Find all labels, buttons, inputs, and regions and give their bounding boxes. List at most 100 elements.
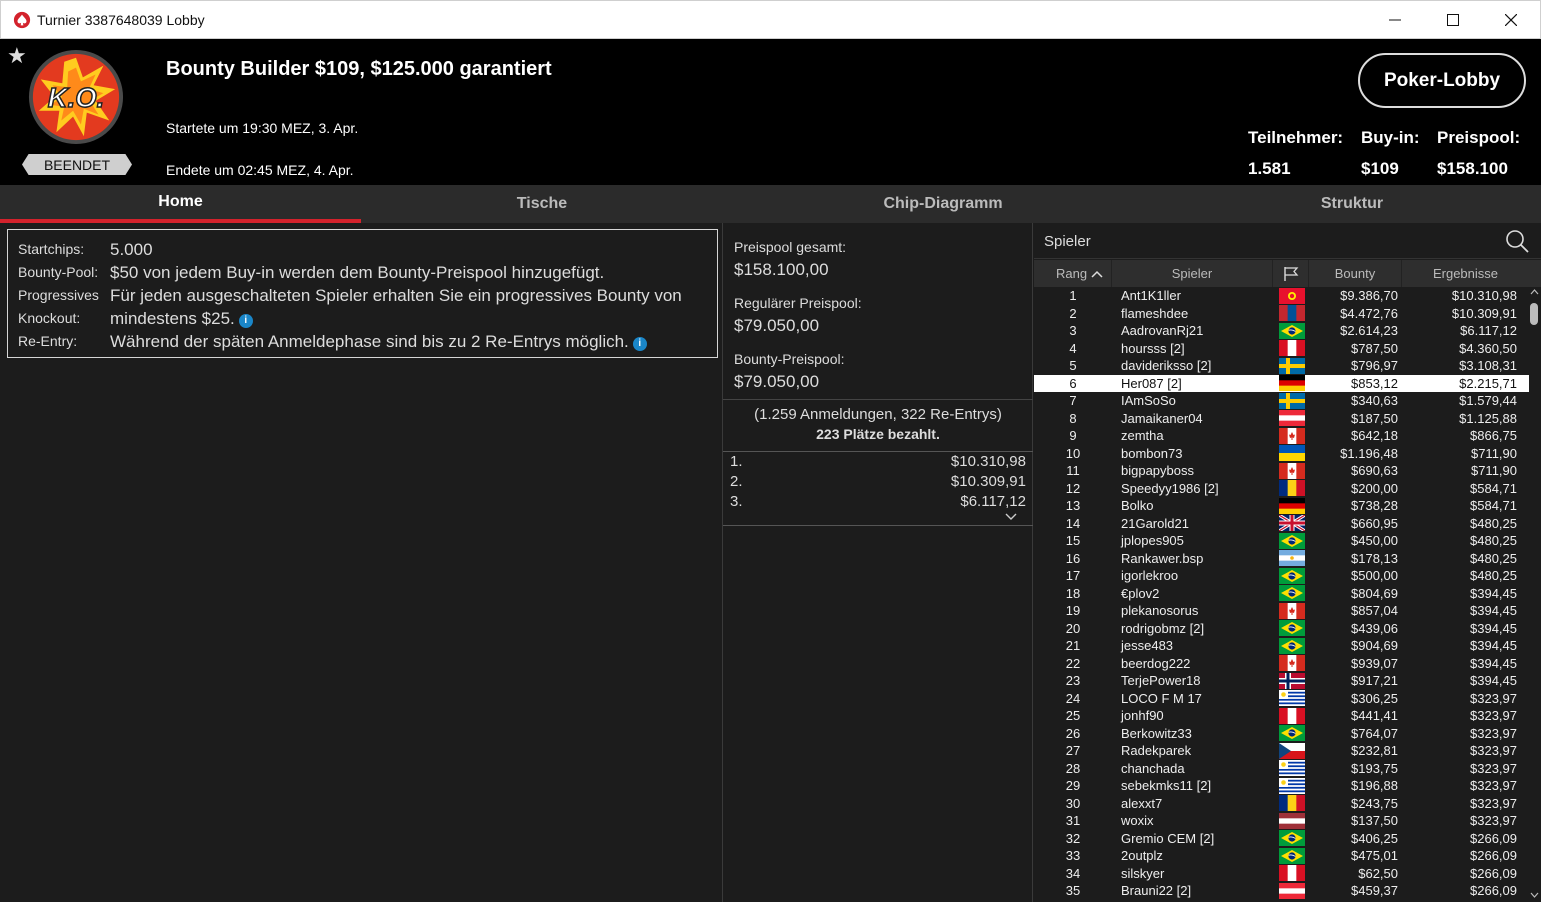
player-row[interactable]: 31 woxix $137,50 $323,97 <box>1034 812 1529 830</box>
player-row[interactable]: 28 chanchada $193,75 $323,97 <box>1034 760 1529 778</box>
player-row[interactable]: 11 bigpapyboss $690,63 $711,90 <box>1034 462 1529 480</box>
player-row[interactable]: 6 Her087 [2] $853,12 $2.215,71 <box>1034 374 1529 392</box>
player-row[interactable]: 13 Bolko $738,28 $584,71 <box>1034 497 1529 515</box>
player-result: $266,09 <box>1470 848 1517 864</box>
player-bounty: $475,01 <box>1351 848 1398 864</box>
player-bounty: $738,28 <box>1351 498 1398 514</box>
bounty-column-header[interactable]: Bounty <box>1309 260 1402 287</box>
pko-label-line2: Knockout: <box>18 310 81 326</box>
player-name: Brauni22 [2] <box>1121 883 1192 899</box>
result-column-header[interactable]: Ergebnisse <box>1402 260 1529 287</box>
player-row[interactable]: 22 beerdog222 $939,07 $394,45 <box>1034 655 1529 673</box>
bounty-pool-label: Bounty-Pool: <box>18 264 99 280</box>
paid-places-note: 223 Plätze bezahlt. <box>816 426 940 442</box>
player-bounty: $232,81 <box>1351 743 1398 759</box>
player-flag <box>1277 672 1307 689</box>
scrollbar-thumb[interactable] <box>1530 303 1538 325</box>
flag-kyrgyzstan-icon <box>1279 287 1305 304</box>
player-row[interactable]: 25 jonhf90 $441,41 $323,97 <box>1034 707 1529 725</box>
payout-place: 3. <box>730 493 743 510</box>
player-row[interactable]: 24 LOCO F M 17 $306,25 $323,97 <box>1034 690 1529 708</box>
home-content: Startchips: 5.000 Bounty-Pool: $50 von j… <box>0 223 1541 902</box>
players-table-header: Rang Spieler Bounty Ergebnisse <box>1034 260 1541 287</box>
player-rank: 31 <box>1065 813 1081 829</box>
player-row[interactable]: 3 AadrovanRj21 $2.614,23 $6.117,12 <box>1034 322 1529 340</box>
close-button[interactable] <box>1482 1 1540 39</box>
rank-column-header[interactable]: Rang <box>1034 260 1112 287</box>
player-rank: 8 <box>1069 410 1077 426</box>
player-rank: 29 <box>1065 778 1081 794</box>
player-result: $394,45 <box>1470 603 1517 619</box>
info-icon[interactable]: i <box>238 314 253 328</box>
player-flag <box>1277 707 1307 724</box>
player-row[interactable]: 26 Berkowitz33 $764,07 $323,97 <box>1034 725 1529 743</box>
scroll-up-icon[interactable] <box>1530 289 1539 295</box>
end-time: Endete um 02:45 MEZ, 4. Apr. <box>166 162 354 178</box>
player-name: TerjePower18 <box>1121 673 1201 689</box>
tab-structure[interactable]: Struktur <box>1163 185 1541 223</box>
player-rank: 35 <box>1065 883 1081 899</box>
player-row[interactable]: 12 Speedyy1986 [2] $200,00 $584,71 <box>1034 480 1529 498</box>
players-scrollbar[interactable] <box>1529 287 1539 902</box>
info-icon[interactable]: i <box>632 337 647 351</box>
player-row[interactable]: 7 IAmSoSo $340,63 $1.579,44 <box>1034 392 1529 410</box>
payout-row: 1. $10.310,98 <box>723 452 1033 472</box>
minimize-button[interactable] <box>1366 1 1424 39</box>
player-row[interactable]: 4 hoursss [2] $787,50 $4.360,50 <box>1034 340 1529 358</box>
player-row[interactable]: 8 Jamaikaner04 $187,50 $1.125,88 <box>1034 410 1529 428</box>
player-name: Ant1K1ller <box>1121 288 1181 304</box>
player-name: Gremio CEM [2] <box>1121 830 1215 846</box>
player-row[interactable]: 5 davideriksso [2] $796,97 $3.108,31 <box>1034 357 1529 375</box>
search-icon[interactable] <box>1505 229 1529 253</box>
player-row[interactable]: 14 21Garold21 $660,95 $480,25 <box>1034 515 1529 533</box>
player-row[interactable]: 30 alexxt7 $243,75 $323,97 <box>1034 795 1529 813</box>
flag-brazil-icon <box>1279 620 1305 637</box>
player-row[interactable]: 32 Gremio CEM [2] $406,25 $266,09 <box>1034 830 1529 848</box>
player-row[interactable]: 35 Brauni22 [2] $459,37 $266,09 <box>1034 882 1529 900</box>
player-result: $3.108,31 <box>1459 358 1517 374</box>
player-rank: 28 <box>1065 760 1081 776</box>
player-row[interactable]: 9 zemtha $642,18 $866,75 <box>1034 427 1529 445</box>
player-row[interactable]: 2 flameshdee $4.472,76 $10.309,91 <box>1034 305 1529 323</box>
player-column-header[interactable]: Spieler <box>1112 260 1273 287</box>
player-row[interactable]: 23 TerjePower18 $917,21 $394,45 <box>1034 672 1529 690</box>
scroll-down-icon[interactable] <box>1530 892 1539 898</box>
tab-tables[interactable]: Tische <box>361 185 723 223</box>
tab-home[interactable]: Home <box>0 185 361 223</box>
player-flag <box>1277 637 1307 654</box>
player-result: $10.309,91 <box>1451 305 1517 321</box>
player-row[interactable]: 10 bombon73 $1.196,48 $711,90 <box>1034 445 1529 463</box>
player-row[interactable]: 17 igorlekroo $500,00 $480,25 <box>1034 567 1529 585</box>
payout-place: 2. <box>730 473 743 490</box>
player-name: silskyer <box>1121 865 1165 881</box>
player-bounty: $690,63 <box>1351 463 1398 479</box>
poker-lobby-button[interactable]: Poker-Lobby <box>1358 53 1526 108</box>
player-row[interactable]: 29 sebekmks11 [2] $196,88 $323,97 <box>1034 777 1529 795</box>
player-result: $394,45 <box>1470 638 1517 654</box>
player-name: beerdog222 <box>1121 655 1191 671</box>
player-row[interactable]: 15 jplopes905 $450,00 $480,25 <box>1034 532 1529 550</box>
player-search-input[interactable] <box>1044 231 1484 251</box>
player-row[interactable]: 33 2outplz $475,01 $266,09 <box>1034 847 1529 865</box>
player-row[interactable]: 18 €plov2 $804,69 $394,45 <box>1034 585 1529 603</box>
reentry-label: Re-Entry: <box>18 333 78 349</box>
flag-column-header[interactable] <box>1273 260 1309 287</box>
favorite-star-icon[interactable]: ★ <box>7 43 27 69</box>
player-row[interactable]: 19 plekanosorus $857,04 $394,45 <box>1034 602 1529 620</box>
flag-uruguay-icon <box>1279 690 1305 707</box>
player-row[interactable]: 21 jesse483 $904,69 $394,45 <box>1034 637 1529 655</box>
tab-chip-chart[interactable]: Chip-Diagramm <box>723 185 1163 223</box>
player-row[interactable]: 1 Ant1K1ller $9.386,70 $10.310,98 <box>1034 287 1529 305</box>
player-bounty: $764,07 <box>1351 725 1398 741</box>
flag-column-icon <box>1283 266 1298 281</box>
player-row[interactable]: 27 Radekparek $232,81 $323,97 <box>1034 742 1529 760</box>
player-bounty: $450,00 <box>1351 533 1398 549</box>
flag-canada-icon <box>1279 655 1305 672</box>
payout-expand[interactable] <box>723 512 1033 525</box>
player-flag <box>1277 427 1307 444</box>
maximize-button[interactable] <box>1424 1 1482 39</box>
player-row[interactable]: 34 silskyer $62,50 $266,09 <box>1034 865 1529 883</box>
player-name: zemtha <box>1121 428 1164 444</box>
player-row[interactable]: 16 Rankawer.bsp $178,13 $480,25 <box>1034 550 1529 568</box>
player-row[interactable]: 20 rodrigobmz [2] $439,06 $394,45 <box>1034 620 1529 638</box>
